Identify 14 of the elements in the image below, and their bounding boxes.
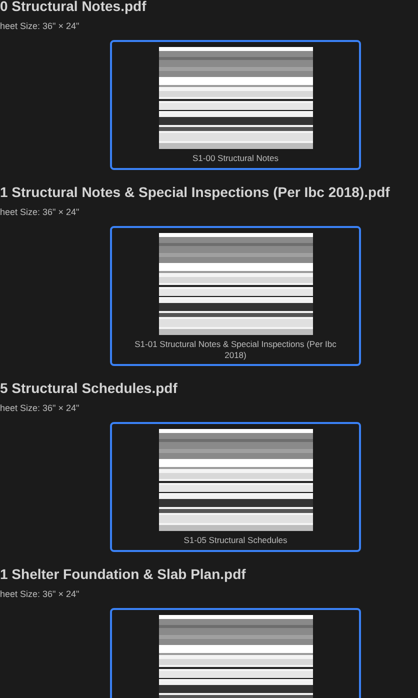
file-title: 1 Structural Notes & Special Inspections (Per Ibc 2018).pdf <box>0 184 391 201</box>
sheet-card[interactable]: S1-01 Structural Notes & Special Inspections (Per Ibc 2018) <box>110 226 361 366</box>
sheet-caption: S1-01 Structural Notes & Special Inspections (Per Ibc 2018) <box>134 338 338 362</box>
sheet-size: heet Size: 36" × 24" <box>0 402 80 414</box>
file-title: 1 Shelter Foundation & Slab Plan.pdf <box>0 566 247 583</box>
sheet-size: heet Size: 36" × 24" <box>0 588 80 600</box>
file-title: 0 Structural Notes.pdf <box>0 0 148 15</box>
sheet-caption: S1-00 Structural Notes <box>192 152 280 165</box>
sheet-card[interactable]: S1-05 Structural Schedules <box>110 422 361 552</box>
sheet-caption: S1-05 Structural Schedules <box>182 534 288 547</box>
sheet-card[interactable]: S1-00 Structural Notes <box>110 40 361 170</box>
sheet-size: heet Size: 36" × 24" <box>0 20 80 32</box>
file-title: 5 Structural Schedules.pdf <box>0 380 178 397</box>
sheet-size: heet Size: 36" × 24" <box>0 206 80 218</box>
